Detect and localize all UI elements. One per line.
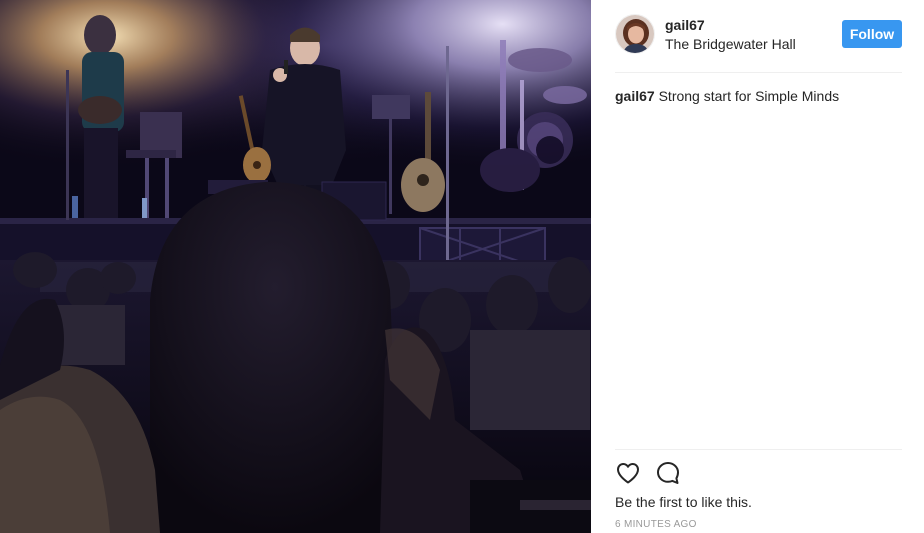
location-link[interactable]: The Bridgewater Hall	[665, 36, 796, 52]
post-caption: gail67 Strong start for Simple Minds	[615, 87, 902, 105]
comment-button[interactable]	[653, 458, 683, 488]
post-timestamp[interactable]: 6 MINUTES AGO	[615, 519, 697, 530]
username-link[interactable]: gail67	[665, 17, 705, 33]
caption-username-link[interactable]: gail67	[615, 88, 655, 104]
concert-photo-image	[0, 0, 591, 533]
avatar-image	[616, 15, 654, 53]
post-side-panel: gail67 The Bridgewater Hall Follow gail6…	[591, 0, 924, 533]
avatar[interactable]	[615, 14, 655, 54]
post-photo[interactable]	[0, 0, 591, 533]
actions-divider	[615, 449, 902, 450]
heart-outline-icon	[617, 463, 639, 484]
post-actions	[613, 458, 713, 488]
like-button[interactable]	[613, 458, 643, 488]
follow-button[interactable]: Follow	[842, 20, 902, 48]
header-divider	[615, 72, 902, 73]
speech-bubble-icon	[657, 462, 679, 484]
likes-text: Be the first to like this.	[615, 494, 752, 510]
post-header: gail67 The Bridgewater Hall Follow	[615, 14, 902, 72]
caption-text: Strong start for Simple Minds	[658, 88, 840, 104]
